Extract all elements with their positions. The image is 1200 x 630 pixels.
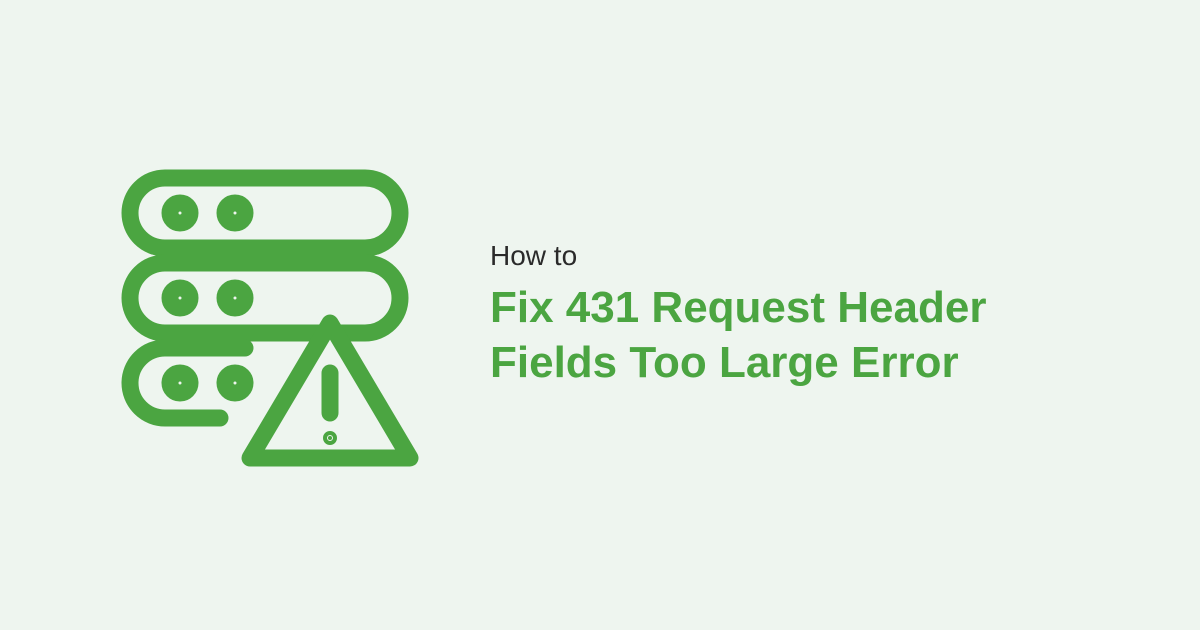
title: Fix 431 Request Header Fields Too Large … <box>490 280 1090 390</box>
server-warning-icon <box>100 148 430 483</box>
text-content: How to Fix 431 Request Header Fields Too… <box>490 240 1090 390</box>
subtitle: How to <box>490 240 1090 272</box>
hero-container: How to Fix 431 Request Header Fields Too… <box>100 148 1090 483</box>
